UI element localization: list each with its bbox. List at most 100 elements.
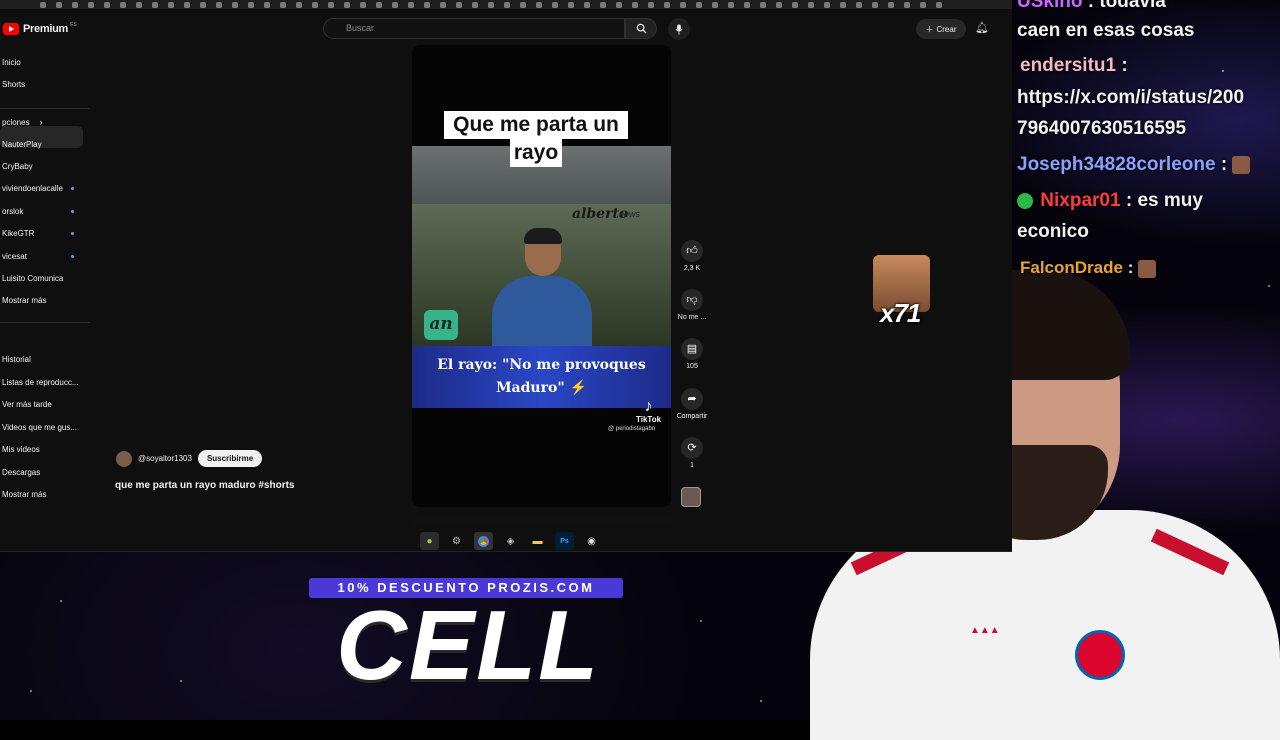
tab-favicon-icon[interactable] bbox=[328, 1, 334, 8]
tab-favicon-icon[interactable] bbox=[472, 1, 478, 8]
sidebar-item-liked-videos[interactable]: Videos que me gus... bbox=[2, 423, 77, 432]
tab-favicon-icon[interactable] bbox=[104, 1, 110, 8]
tab-favicon-icon[interactable] bbox=[136, 1, 142, 8]
tab-favicon-icon[interactable] bbox=[232, 1, 238, 8]
tab-favicon-icon[interactable] bbox=[584, 1, 590, 8]
subscribe-button[interactable]: Suscribirme bbox=[197, 450, 263, 467]
short-video-player[interactable]: alberto news an El rayo: "No me provoque… bbox=[412, 45, 671, 507]
app-icon[interactable]: ◉ bbox=[582, 532, 601, 550]
tab-favicon-icon[interactable] bbox=[696, 1, 702, 8]
create-button[interactable]: ＋ Crear bbox=[916, 19, 966, 39]
settings-app-icon[interactable]: ⚙ bbox=[447, 532, 466, 550]
tab-favicon-icon[interactable] bbox=[648, 1, 654, 8]
dislike-button[interactable]: 👎︎ No me ... bbox=[675, 289, 709, 321]
tab-favicon-icon[interactable] bbox=[392, 1, 398, 8]
tab-favicon-icon[interactable] bbox=[776, 1, 782, 8]
tab-favicon-icon[interactable] bbox=[440, 1, 446, 8]
channel-avatar[interactable] bbox=[116, 450, 132, 467]
next-short-preview[interactable] bbox=[412, 516, 671, 526]
tab-favicon-icon[interactable] bbox=[824, 1, 830, 8]
tab-favicon-icon[interactable] bbox=[552, 1, 558, 8]
tab-favicon-icon[interactable] bbox=[520, 1, 526, 8]
tab-favicon-icon[interactable] bbox=[888, 1, 894, 8]
sidebar-item-subscription[interactable]: orslok bbox=[2, 207, 23, 216]
tab-favicon-icon[interactable] bbox=[600, 1, 606, 8]
tab-favicon-icon[interactable] bbox=[120, 1, 126, 8]
file-explorer-icon[interactable]: ▬ bbox=[528, 532, 547, 550]
sidebar-item-subscription[interactable]: NauterPlay bbox=[2, 140, 42, 149]
tab-favicon-icon[interactable] bbox=[312, 1, 318, 8]
sidebar-item-home[interactable]: Inicio bbox=[2, 58, 21, 67]
voice-search-button[interactable] bbox=[668, 18, 690, 40]
search-button[interactable] bbox=[625, 18, 657, 39]
tab-favicon-icon[interactable] bbox=[216, 1, 222, 8]
like-button[interactable]: 👍︎ 2,3 K bbox=[675, 240, 709, 272]
tab-favicon-icon[interactable] bbox=[72, 1, 78, 8]
tab-favicon-icon[interactable] bbox=[760, 1, 766, 8]
tab-favicon-icon[interactable] bbox=[744, 1, 750, 8]
tab-favicon-icon[interactable] bbox=[904, 1, 910, 8]
tab-favicon-icon[interactable] bbox=[680, 1, 686, 8]
tab-favicon-icon[interactable] bbox=[488, 1, 494, 8]
tab-favicon-icon[interactable] bbox=[936, 1, 942, 8]
tab-favicon-icon[interactable] bbox=[296, 1, 302, 8]
sidebar-item-subscription[interactable]: KikeGTR bbox=[2, 229, 34, 238]
tab-strip[interactable] bbox=[0, 0, 1012, 9]
tab-favicon-icon[interactable] bbox=[872, 1, 878, 8]
tab-favicon-icon[interactable] bbox=[264, 1, 270, 8]
tab-favicon-icon[interactable] bbox=[408, 1, 414, 8]
tab-favicon-icon[interactable] bbox=[40, 1, 46, 8]
tab-favicon-icon[interactable] bbox=[840, 1, 846, 8]
tab-favicon-icon[interactable] bbox=[56, 1, 62, 8]
sidebar-item-subscription[interactable]: Luisito Comunica bbox=[2, 274, 63, 283]
notifications-bell-icon[interactable]: 🔔︎ bbox=[975, 21, 989, 34]
tab-favicon-icon[interactable] bbox=[856, 1, 862, 8]
tab-favicon-icon[interactable] bbox=[808, 1, 814, 8]
tab-favicon-icon[interactable] bbox=[360, 1, 366, 8]
tab-favicon-icon[interactable] bbox=[632, 1, 638, 8]
short-description[interactable]: que me parta un rayo maduro #shorts bbox=[115, 480, 295, 491]
tab-favicon-icon[interactable] bbox=[728, 1, 734, 8]
share-button[interactable]: ➦ Compartir bbox=[675, 388, 709, 420]
sidebar-item-subscription[interactable]: CryBaby bbox=[2, 162, 33, 171]
tab-favicon-icon[interactable] bbox=[424, 1, 430, 8]
tab-favicon-icon[interactable] bbox=[616, 1, 622, 8]
tab-favicon-icon[interactable] bbox=[280, 1, 286, 8]
tab-favicon-icon[interactable] bbox=[376, 1, 382, 8]
tab-favicon-icon[interactable] bbox=[792, 1, 798, 8]
sidebar-item-shorts[interactable]: Shorts bbox=[2, 80, 25, 89]
channel-name[interactable]: @soyaitor1303 bbox=[138, 454, 192, 463]
tab-favicon-icon[interactable] bbox=[184, 1, 190, 8]
youtube-logo[interactable]: Premium ES bbox=[3, 22, 77, 35]
sound-avatar[interactable] bbox=[681, 487, 701, 507]
sidebar-item-subscription[interactable]: viviendoenlacalle bbox=[2, 184, 63, 193]
sidebar-show-more[interactable]: Mostrar más bbox=[2, 296, 46, 305]
tab-favicon-icon[interactable] bbox=[712, 1, 718, 8]
search-input[interactable]: Buscar bbox=[323, 18, 625, 39]
tab-favicon-icon[interactable] bbox=[248, 1, 254, 8]
tab-favicon-icon[interactable] bbox=[536, 1, 542, 8]
remix-button[interactable]: ⟳ 1 bbox=[675, 437, 709, 469]
app-icon[interactable]: ◈ bbox=[501, 532, 520, 550]
tab-favicon-icon[interactable] bbox=[504, 1, 510, 8]
sidebar-item-watch-later[interactable]: Ver más tarde bbox=[2, 400, 52, 409]
tab-favicon-icon[interactable] bbox=[200, 1, 206, 8]
tab-favicon-icon[interactable] bbox=[664, 1, 670, 8]
tab-favicon-icon[interactable] bbox=[456, 1, 462, 8]
chrome-icon[interactable] bbox=[474, 532, 493, 550]
tab-favicon-icon[interactable] bbox=[88, 1, 94, 8]
comments-button[interactable]: ▤ 105 bbox=[675, 338, 709, 370]
sidebar-item-playlists[interactable]: Listas de reproducc... bbox=[2, 378, 78, 387]
sidebar-item-downloads[interactable]: Descargas bbox=[2, 468, 40, 477]
sidebar-subscriptions-header[interactable]: pciones › bbox=[2, 117, 43, 127]
tab-favicon-icon[interactable] bbox=[152, 1, 158, 8]
tab-favicon-icon[interactable] bbox=[920, 1, 926, 8]
app-icon[interactable]: ● bbox=[420, 532, 439, 550]
tab-favicon-icon[interactable] bbox=[568, 1, 574, 8]
tab-favicon-icon[interactable] bbox=[168, 1, 174, 8]
sidebar-item-history[interactable]: Historial bbox=[2, 355, 31, 364]
photoshop-icon[interactable]: Ps bbox=[555, 532, 574, 550]
sidebar-item-subscription[interactable]: vicesat bbox=[2, 252, 27, 261]
sidebar-item-my-videos[interactable]: Mis videos bbox=[2, 445, 40, 454]
sidebar-show-more[interactable]: Mostrar más bbox=[2, 490, 46, 499]
